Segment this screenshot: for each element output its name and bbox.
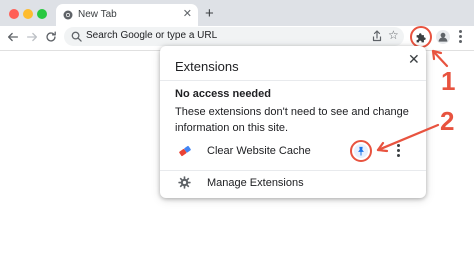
section-heading: No access needed (175, 88, 271, 100)
manage-extensions-label: Manage Extensions (207, 177, 304, 189)
kebab-menu-icon[interactable] (458, 29, 462, 45)
callout-number-1: 1 (441, 66, 456, 96)
arrow-right-icon[interactable] (25, 30, 39, 44)
divider (160, 170, 426, 171)
extension-name[interactable]: Clear Website Cache (207, 145, 311, 157)
extension-row-clear-website-cache[interactable]: Clear Website Cache (160, 140, 426, 163)
reload-icon[interactable] (44, 30, 58, 44)
puzzle-icon (416, 32, 426, 42)
tab-close-icon[interactable]: ✕ (183, 8, 192, 20)
search-icon (71, 31, 82, 42)
profile-icon (438, 32, 448, 42)
window-close-button[interactable] (9, 9, 19, 19)
close-icon[interactable]: ✕ (408, 52, 420, 66)
tab-new-tab[interactable]: New Tab ✕ (56, 4, 198, 26)
tab-strip: New Tab ✕ + (0, 0, 474, 26)
window-zoom-button[interactable] (37, 9, 47, 19)
arrow-left-icon[interactable] (6, 30, 20, 44)
profile-button[interactable] (436, 30, 450, 44)
pin-icon (358, 146, 364, 156)
share-icon[interactable] (371, 30, 383, 42)
extensions-button[interactable] (410, 26, 432, 48)
omnibox-input[interactable]: Search Google or type a URL (86, 30, 217, 41)
manage-extensions-button[interactable]: Manage Extensions (160, 174, 426, 194)
tab-title: New Tab (78, 9, 117, 20)
new-tab-button[interactable]: + (205, 6, 214, 22)
extensions-popup: Extensions ✕ No access needed These exte… (160, 46, 426, 198)
eraser-icon (179, 145, 191, 157)
callout-number-2: 2 (440, 106, 455, 136)
browser-window: New Tab ✕ + Search Google or type a URL (0, 0, 474, 276)
arrow-1 (431, 49, 449, 68)
chrome-icon (63, 10, 73, 20)
section-description: These extensions don't need to see and c… (175, 106, 409, 134)
gear-icon (178, 176, 191, 189)
window-minimize-button[interactable] (23, 9, 33, 19)
omnibox[interactable]: Search Google or type a URL ☆ (64, 27, 404, 46)
more-options-icon[interactable] (396, 144, 400, 158)
bookmark-star-icon[interactable]: ☆ (388, 28, 399, 42)
divider (160, 80, 426, 81)
pin-button[interactable] (350, 140, 372, 162)
popup-title: Extensions (175, 59, 239, 74)
